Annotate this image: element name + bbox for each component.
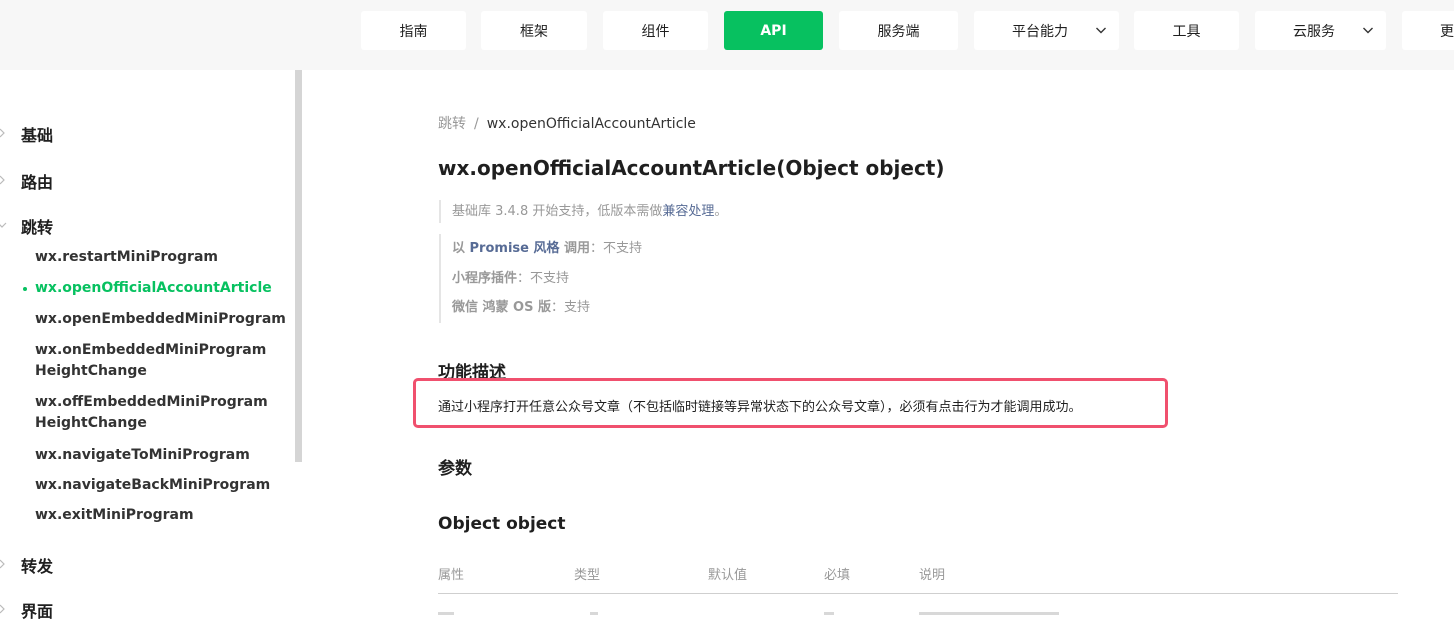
plugin-support-line: 小程序插件：不支持 bbox=[452, 264, 642, 294]
promise-mid: 调用 bbox=[559, 241, 591, 256]
nav-label: 平台能力 bbox=[1012, 23, 1068, 40]
sidebar-section-share[interactable]: 转发 bbox=[0, 553, 54, 577]
sidebar-item-on-embedded-height-change[interactable]: wx.onEmbeddedMiniProgramHeightChange bbox=[35, 340, 275, 382]
nav-platform-capability[interactable]: 平台能力 bbox=[974, 11, 1119, 50]
sidebar-section-ui[interactable]: 界面 bbox=[0, 598, 54, 621]
sidebar-section-basic[interactable]: 基础 bbox=[0, 122, 54, 146]
table-row-clipped bbox=[590, 612, 598, 615]
nav-label: 框架 bbox=[520, 23, 548, 40]
harmony-value: ：支持 bbox=[551, 300, 591, 315]
nav-label: 服务端 bbox=[877, 23, 920, 40]
promise-support-line: 以 Promise 风格 调用：不支持 bbox=[452, 234, 642, 264]
breadcrumb-parent[interactable]: 跳转 bbox=[438, 116, 466, 132]
table-divider bbox=[438, 593, 1398, 594]
sidebar-item-open-official-account-article[interactable]: wx.openOfficialAccountArticle bbox=[35, 278, 275, 299]
support-suffix: 。 bbox=[714, 204, 728, 219]
sidebar-item-navigate-back-mini-program[interactable]: wx.navigateBackMiniProgram bbox=[35, 475, 275, 496]
nav-api[interactable]: API bbox=[724, 11, 823, 50]
sidebar-item-navigate-to-mini-program[interactable]: wx.navigateToMiniProgram bbox=[35, 445, 275, 466]
params-heading: 参数 bbox=[438, 459, 472, 479]
table-header-description: 说明 bbox=[919, 568, 946, 583]
sidebar-scrollbar[interactable] bbox=[295, 70, 302, 462]
chevron-down-icon bbox=[1096, 27, 1106, 34]
nav-tools[interactable]: 工具 bbox=[1134, 11, 1239, 50]
sidebar-section-label: 转发 bbox=[21, 557, 54, 576]
promise-prefix: 以 bbox=[452, 241, 470, 256]
sidebar-section-label: 界面 bbox=[21, 602, 54, 621]
top-navigation: 指南 框架 组件 API 服务端 平台能力 工具 云服务 更 bbox=[0, 0, 1454, 70]
nav-label: 指南 bbox=[399, 23, 428, 40]
sidebar-section-label: 基础 bbox=[21, 126, 54, 145]
nav-label: 云服务 bbox=[1293, 23, 1335, 40]
plugin-value: ：不支持 bbox=[517, 270, 570, 286]
nav-server[interactable]: 服务端 bbox=[839, 11, 958, 50]
support-note: 基础库 3.4.8 开始支持，低版本需做兼容处理。 bbox=[439, 200, 727, 223]
table-header-type: 类型 bbox=[574, 568, 601, 583]
breadcrumb-separator: / bbox=[474, 116, 479, 132]
nav-framework[interactable]: 框架 bbox=[481, 11, 587, 50]
nav-label: 工具 bbox=[1172, 23, 1201, 40]
support-text: 基础库 3.4.8 开始支持，低版本需做 bbox=[452, 204, 663, 219]
chevron-right-icon bbox=[0, 604, 5, 614]
nav-label: 组件 bbox=[641, 23, 670, 40]
promise-value: ：不支持 bbox=[590, 241, 643, 256]
nav-components[interactable]: 组件 bbox=[603, 11, 708, 50]
table-row-clipped bbox=[438, 612, 454, 615]
chevron-right-icon bbox=[0, 128, 5, 138]
table-row-clipped bbox=[919, 612, 1059, 615]
breadcrumb-current: wx.openOfficialAccountArticle bbox=[486, 116, 696, 132]
chevron-right-icon bbox=[0, 559, 5, 569]
page-title: wx.openOfficialAccountArticle(Object obj… bbox=[438, 156, 945, 180]
harmony-support-line: 微信 鸿蒙 OS 版：支持 bbox=[452, 293, 642, 323]
nav-guide[interactable]: 指南 bbox=[361, 11, 466, 50]
sidebar-section-navigate[interactable]: 跳转 bbox=[0, 214, 54, 238]
table-header-required: 必填 bbox=[824, 568, 851, 583]
nav-more[interactable]: 更 bbox=[1402, 11, 1454, 50]
nav-label: 更 bbox=[1440, 23, 1454, 40]
compat-note: 以 Promise 风格 调用：不支持 小程序插件：不支持 微信 鸿蒙 OS 版… bbox=[439, 234, 642, 323]
harmony-label: 微信 鸿蒙 OS 版 bbox=[452, 300, 551, 315]
highlight-box bbox=[413, 378, 1168, 428]
sidebar-item-off-embedded-height-change[interactable]: wx.offEmbeddedMiniProgramHeightChange bbox=[35, 392, 275, 434]
plugin-label: 小程序插件 bbox=[452, 270, 518, 286]
sidebar-item-restart-mini-program[interactable]: wx.restartMiniProgram bbox=[35, 247, 275, 268]
sidebar: 基础 路由 跳转 wx.restartMiniProgram wx.openOf… bbox=[0, 70, 302, 621]
table-header-default: 默认值 bbox=[708, 568, 748, 583]
sidebar-section-label: 跳转 bbox=[21, 218, 54, 237]
nav-label: API bbox=[760, 22, 787, 39]
breadcrumb: 跳转 / wx.openOfficialAccountArticle bbox=[438, 113, 696, 133]
sidebar-item-open-embedded-mini-program[interactable]: wx.openEmbeddedMiniProgram bbox=[35, 309, 286, 330]
object-heading: Object object bbox=[438, 514, 566, 534]
nav-cloud-service[interactable]: 云服务 bbox=[1255, 11, 1386, 50]
chevron-down-icon bbox=[1363, 27, 1373, 34]
sidebar-item-exit-mini-program[interactable]: wx.exitMiniProgram bbox=[35, 505, 275, 526]
table-header-property: 属性 bbox=[438, 568, 465, 583]
chevron-right-icon bbox=[0, 175, 5, 185]
current-item-dot bbox=[23, 287, 27, 291]
compat-link[interactable]: 兼容处理 bbox=[662, 204, 714, 219]
table-row-clipped bbox=[824, 612, 834, 615]
sidebar-section-label: 路由 bbox=[21, 173, 54, 192]
sidebar-section-route[interactable]: 路由 bbox=[0, 169, 54, 193]
promise-style-link[interactable]: Promise 风格 bbox=[470, 241, 560, 256]
chevron-down-icon bbox=[0, 222, 7, 228]
